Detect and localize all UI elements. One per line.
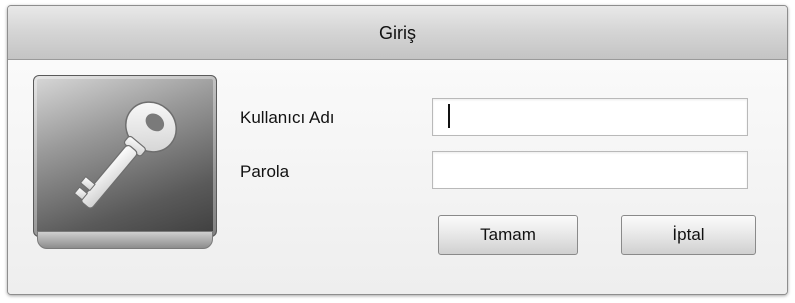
dialog-titlebar[interactable]: Giriş	[8, 6, 787, 60]
key-icon	[33, 75, 217, 250]
key-icon-glyph	[73, 101, 177, 209]
ok-button[interactable]: Tamam	[438, 215, 578, 255]
text-caret	[448, 104, 450, 128]
username-label: Kullanıcı Adı	[240, 108, 335, 127]
username-input[interactable]	[432, 98, 748, 136]
dialog-title: Giriş	[379, 23, 416, 43]
password-input[interactable]	[432, 151, 748, 189]
password-label: Parola	[240, 162, 290, 181]
cancel-button[interactable]: İptal	[621, 215, 756, 255]
